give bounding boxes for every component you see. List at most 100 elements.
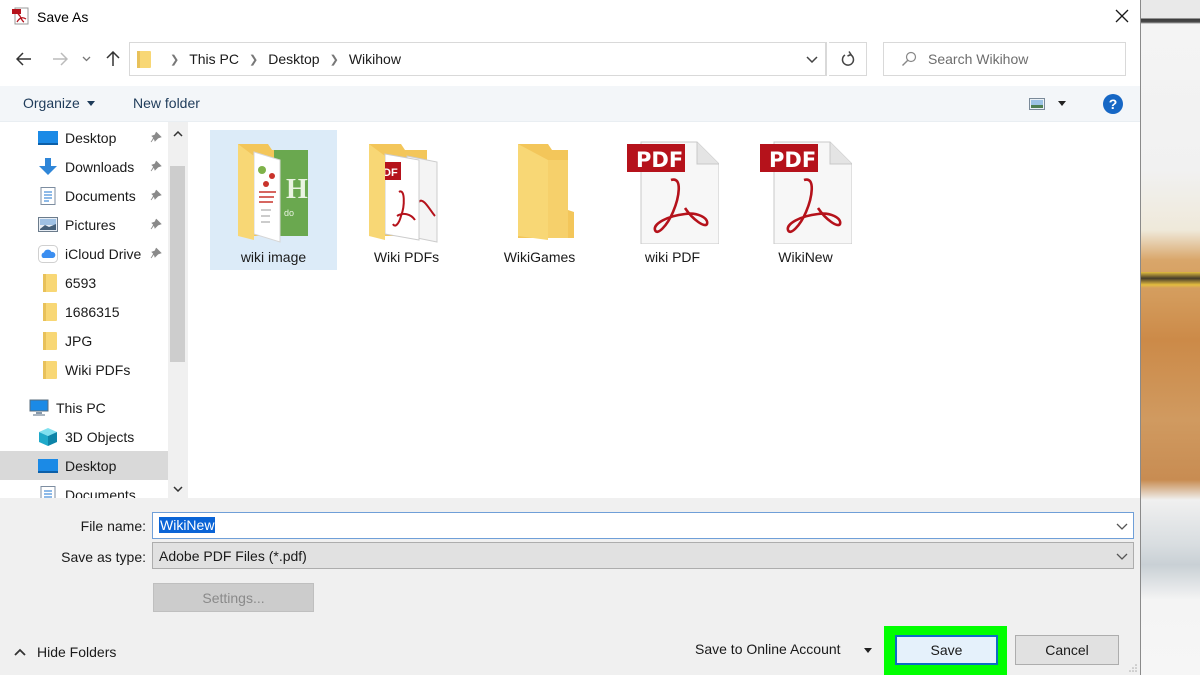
icloud-icon: [38, 244, 58, 263]
resize-grip-icon[interactable]: [1128, 663, 1138, 673]
arrow-left-icon: [16, 52, 31, 66]
hide-folders-button[interactable]: Hide Folders: [14, 644, 116, 660]
search-input[interactable]: [928, 43, 1118, 75]
save-as-type-select[interactable]: Adobe PDF Files (*.pdf): [152, 542, 1134, 569]
computer-icon: [29, 399, 49, 417]
sidebar-item-label: 6593: [65, 274, 97, 291]
scrollbar-thumb[interactable]: [170, 166, 185, 362]
file-item-wiki-pdfs[interactable]: DF Wiki PDFs: [343, 130, 470, 270]
3d-objects-icon: [38, 427, 58, 446]
sidebar-item-label: Pictures: [65, 216, 116, 233]
sidebar-item-label: Wiki PDFs: [65, 361, 131, 378]
scroll-up-button[interactable]: [168, 125, 187, 142]
file-item-wikinew[interactable]: PDF WikiNew: [742, 130, 869, 270]
refresh-icon: [841, 51, 854, 66]
close-button[interactable]: [1104, 0, 1140, 32]
recent-locations-button[interactable]: [78, 48, 94, 70]
cancel-button[interactable]: Cancel: [1015, 635, 1119, 665]
sidebar-item-pictures[interactable]: Pictures: [0, 210, 168, 239]
sidebar-item-icloud-drive[interactable]: iCloud Drive: [0, 239, 168, 268]
arrow-up-icon: [106, 51, 120, 66]
breadcrumb-wikihow[interactable]: Wikihow: [349, 51, 401, 67]
save-as-dialog: Save As ❯ This PC ❯ Desktop ❯ Wikihow Se…: [0, 0, 1141, 675]
save-to-online-account-button[interactable]: Save to Online Account: [695, 641, 841, 657]
new-folder-button[interactable]: New folder: [133, 95, 200, 111]
refresh-button[interactable]: [829, 42, 867, 76]
chevron-up-icon: [172, 130, 183, 137]
file-name: wiki PDF: [644, 249, 701, 265]
back-button[interactable]: [13, 48, 35, 70]
settings-button[interactable]: Settings...: [153, 583, 314, 612]
pin-icon: [150, 247, 162, 259]
sidebar-item-label: Documents: [65, 486, 136, 499]
svg-text:H: H: [286, 174, 308, 205]
file-list: H do wiki image DF Wiki PDFs WikiGames P…: [187, 122, 1140, 498]
file-name: WikiGames: [503, 249, 576, 265]
breadcrumb: ❯ This PC ❯ Desktop ❯ Wikihow: [160, 43, 401, 75]
file-name-label: File name:: [80, 518, 146, 534]
chevron-down-icon: [1116, 553, 1128, 560]
svg-text:PDF: PDF: [769, 148, 816, 172]
file-name: Wiki PDFs: [373, 249, 440, 265]
hide-folders-label: Hide Folders: [37, 644, 117, 660]
sidebar-item-documents-quick[interactable]: Documents: [0, 181, 168, 210]
organize-button[interactable]: Organize: [23, 95, 95, 111]
address-bar[interactable]: ❯ This PC ❯ Desktop ❯ Wikihow: [129, 42, 827, 76]
save-as-type-value: Adobe PDF Files (*.pdf): [159, 548, 307, 564]
navigation-pane-scrollbar[interactable]: [168, 122, 187, 498]
forward-button[interactable]: [49, 48, 71, 70]
sidebar-item-folder-wiki-pdfs[interactable]: Wiki PDFs: [0, 355, 168, 384]
sidebar-item-documents[interactable]: Documents: [0, 480, 168, 498]
sidebar-item-desktop-quick[interactable]: Desktop: [0, 123, 168, 152]
svg-text:DF: DF: [383, 167, 398, 179]
up-button[interactable]: [102, 48, 124, 70]
sidebar-item-desktop[interactable]: Desktop: [0, 451, 168, 480]
folder-icon: [40, 331, 60, 350]
scroll-down-button[interactable]: [168, 480, 187, 497]
folder-icon: [137, 51, 151, 68]
sidebar-item-label: Downloads: [65, 158, 135, 175]
arrow-right-icon: [53, 52, 68, 66]
navigation-pane: Desktop Downloads Documents Pictures iCl…: [0, 122, 187, 498]
sidebar-item-downloads[interactable]: Downloads: [0, 152, 168, 181]
help-icon[interactable]: ?: [1103, 94, 1123, 114]
sidebar-item-3d-objects[interactable]: 3D Objects: [0, 422, 168, 451]
change-view-icon[interactable]: [1029, 98, 1045, 110]
documents-icon: [38, 485, 58, 498]
pin-icon: [150, 189, 162, 201]
address-history-dropdown[interactable]: [798, 43, 826, 75]
online-account-dropdown[interactable]: [864, 648, 872, 653]
chevron-down-icon: [172, 485, 183, 492]
breadcrumb-this-pc[interactable]: This PC: [189, 51, 239, 67]
chevron-up-icon: [14, 648, 26, 656]
title-bar: Save As: [0, 0, 1140, 34]
pictures-icon: [38, 216, 58, 234]
chevron-right-icon: ❯: [249, 53, 259, 66]
file-item-wikigames[interactable]: WikiGames: [476, 130, 603, 270]
sidebar-item-folder-jpg[interactable]: JPG: [0, 326, 168, 355]
file-name-input[interactable]: WikiNew: [152, 512, 1134, 539]
svg-text:PDF: PDF: [636, 148, 683, 172]
search-box[interactable]: [883, 42, 1126, 76]
file-item-wiki-pdf[interactable]: PDF wiki PDF: [609, 130, 736, 270]
sidebar-item-folder-1686315[interactable]: 1686315: [0, 297, 168, 326]
save-as-type-label: Save as type:: [61, 549, 146, 565]
sidebar-item-label: This PC: [56, 399, 106, 416]
close-icon: [1115, 9, 1129, 23]
sidebar-item-label: Documents: [65, 187, 136, 204]
folder-with-pdfs-icon: DF: [369, 144, 438, 243]
chevron-down-icon: [82, 56, 90, 62]
documents-icon: [38, 186, 58, 205]
file-item-wiki-image[interactable]: H do wiki image: [210, 130, 337, 270]
chevron-down-icon[interactable]: [1115, 519, 1129, 533]
sidebar-item-label: Desktop: [65, 457, 117, 474]
save-button[interactable]: Save: [895, 635, 998, 665]
breadcrumb-desktop[interactable]: Desktop: [268, 51, 319, 67]
file-name: WikiNew: [778, 249, 833, 265]
sidebar-item-this-pc[interactable]: This PC: [0, 393, 168, 422]
sidebar-item-label: 1686315: [65, 303, 120, 320]
sidebar-item-folder-6593[interactable]: 6593: [0, 268, 168, 297]
navigation-bar: ❯ This PC ❯ Desktop ❯ Wikihow: [0, 34, 1140, 86]
view-options-dropdown[interactable]: [1058, 101, 1066, 106]
pin-icon: [150, 218, 162, 230]
